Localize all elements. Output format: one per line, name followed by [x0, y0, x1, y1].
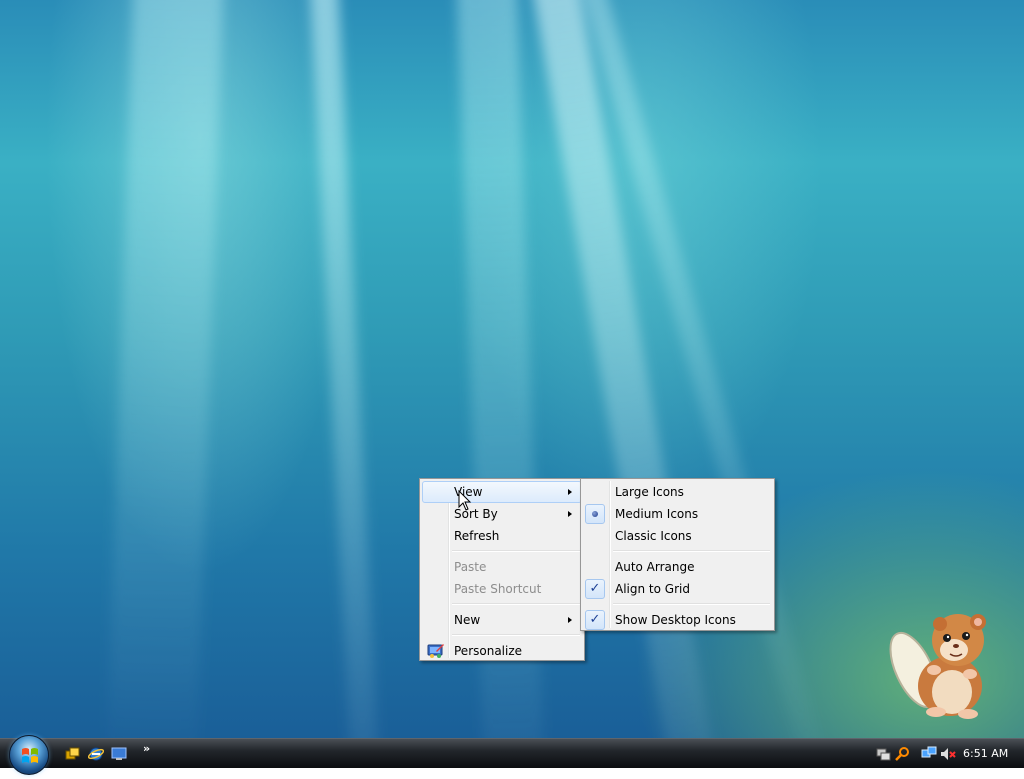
checkmark-icon: ✓ — [585, 610, 605, 630]
submenu-arrow-icon — [568, 617, 572, 623]
menu-item-new[interactable]: New — [422, 609, 582, 631]
switch-windows-icon[interactable] — [65, 746, 81, 762]
menu-item-paste[interactable]: Paste — [422, 556, 582, 578]
menu-item-label: Classic Icons — [615, 529, 692, 543]
menu-separator — [613, 603, 770, 605]
wallpaper-streak — [308, 0, 380, 738]
menu-separator — [613, 550, 770, 552]
internet-explorer-icon[interactable] — [88, 746, 104, 762]
taskbar-clock[interactable]: 6:51 AM — [963, 747, 1008, 760]
network-monitor-icon[interactable] — [921, 746, 937, 762]
menu-item-label: Auto Arrange — [615, 560, 695, 574]
menu-item-view[interactable]: View — [422, 481, 582, 503]
menu-item-classic-icons[interactable]: Classic Icons — [583, 525, 772, 547]
menu-item-label: Refresh — [454, 529, 500, 543]
menu-separator — [452, 550, 580, 552]
mouse-cursor-icon — [458, 490, 472, 511]
menu-item-label: Personalize — [454, 644, 523, 658]
menu-item-medium-icons[interactable]: Medium Icons — [583, 503, 772, 525]
windows-orb-icon[interactable] — [9, 735, 49, 775]
menu-item-label: Paste Shortcut — [454, 582, 542, 596]
menu-item-auto-arrange[interactable]: Auto Arrange — [583, 556, 772, 578]
menu-item-show-desktop-icons[interactable]: ✓ Show Desktop Icons — [583, 609, 772, 631]
show-desktop-icon[interactable] — [111, 746, 127, 762]
windows-logo-icon — [22, 748, 38, 763]
menu-item-label: Medium Icons — [615, 507, 699, 521]
menu-item-refresh[interactable]: Refresh — [422, 525, 582, 547]
submenu-arrow-icon — [568, 511, 572, 517]
taskbar: » 6:51 AM — [0, 735, 1024, 775]
search-icon[interactable] — [894, 746, 910, 762]
hamster-gadget[interactable] — [884, 608, 1014, 720]
menu-separator — [452, 634, 580, 636]
desktop-context-menu: View Sort By Refresh Paste Paste Shortcu… — [419, 478, 585, 661]
checkmark-icon: ✓ — [585, 579, 605, 599]
menu-item-large-icons[interactable]: Large Icons — [583, 481, 772, 503]
menu-item-sort-by[interactable]: Sort By — [422, 503, 582, 525]
menu-item-personalize[interactable]: Personalize — [422, 640, 582, 662]
menu-item-label: Large Icons — [615, 485, 684, 499]
network-icon[interactable] — [875, 746, 891, 762]
menu-item-label: Paste — [454, 560, 487, 574]
menu-item-label: New — [454, 613, 481, 627]
menu-separator — [452, 603, 580, 605]
quick-launch-overflow-button[interactable]: » — [143, 742, 150, 755]
volume-muted-icon[interactable] — [940, 746, 956, 762]
menu-item-align-to-grid[interactable]: ✓ Align to Grid — [583, 578, 772, 600]
radio-selected-icon — [585, 504, 605, 524]
menu-item-label: Show Desktop Icons — [615, 613, 736, 627]
submenu-arrow-icon — [568, 489, 572, 495]
view-submenu: Large Icons Medium Icons Classic Icons A… — [580, 478, 775, 631]
personalize-icon — [427, 644, 444, 658]
menu-item-label: Align to Grid — [615, 582, 690, 596]
menu-item-paste-shortcut[interactable]: Paste Shortcut — [422, 578, 582, 600]
wallpaper-streak — [105, 0, 225, 738]
